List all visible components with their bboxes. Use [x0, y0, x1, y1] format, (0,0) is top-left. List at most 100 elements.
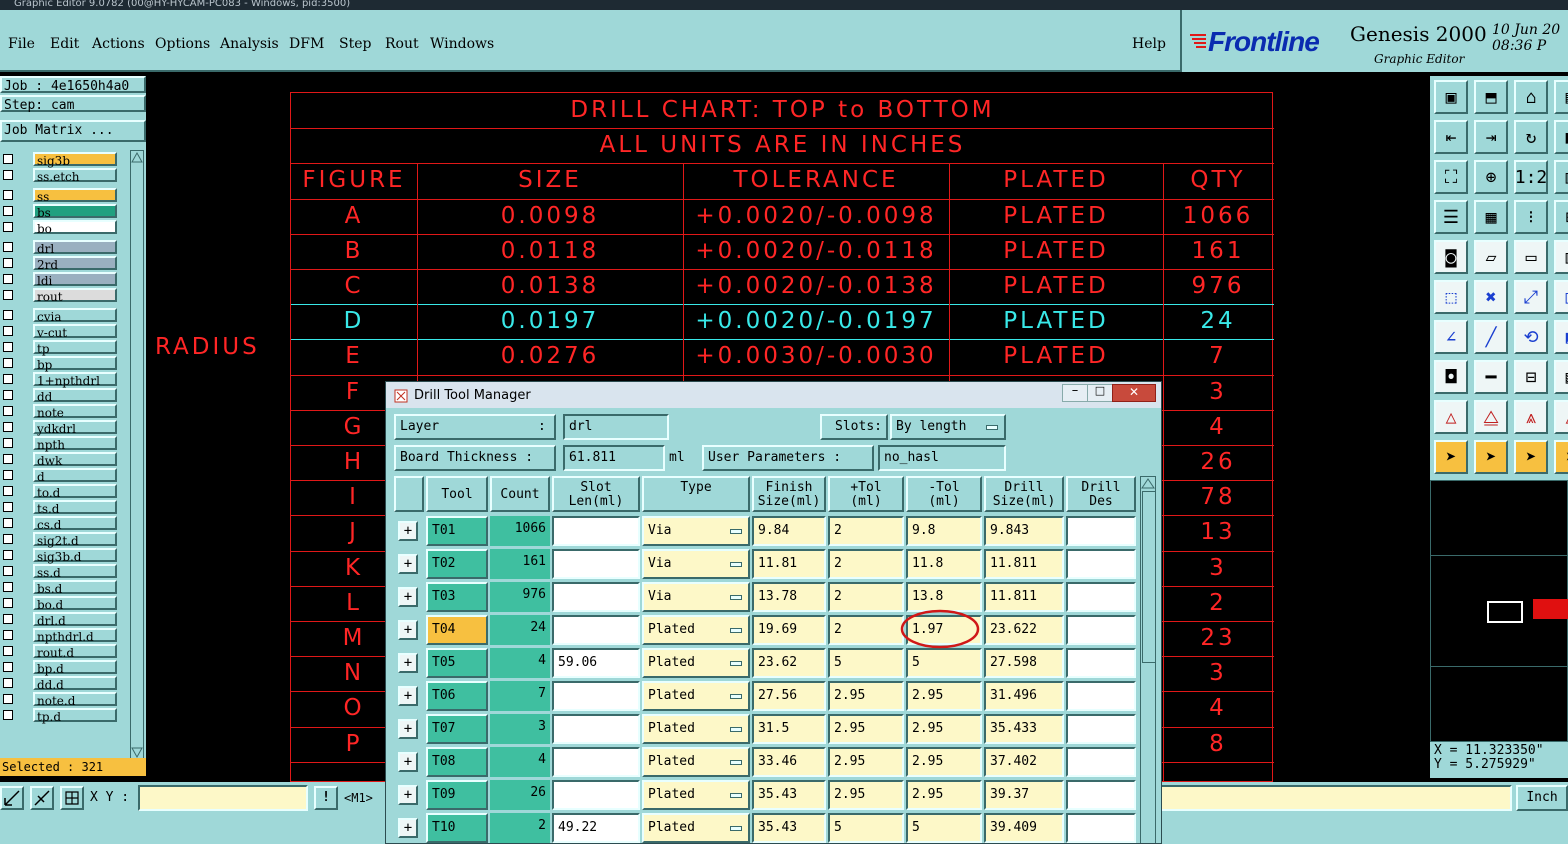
tool-cell-finish-size[interactable]: 11.81 [752, 549, 826, 579]
layer-checkbox[interactable] [3, 614, 13, 624]
tool-cell-plus-tol[interactable]: 5 [828, 813, 904, 843]
tool-cell-drill-size[interactable]: 27.598 [984, 648, 1064, 678]
tool-cell-minus-tol[interactable]: 11.8 [906, 549, 982, 579]
dialog-title-bar[interactable]: Drill Tool Manager – □ ✕ [386, 382, 1161, 408]
layer-checkbox[interactable] [3, 274, 13, 284]
expand-button[interactable]: + [398, 752, 418, 772]
tool-button[interactable]: △ [1434, 400, 1468, 434]
layer-row[interactable]: sig2t.d [0, 532, 120, 548]
layer-checkbox[interactable] [3, 342, 13, 352]
menu-step[interactable]: Step [339, 36, 371, 52]
tool-button[interactable]: ◧ [1554, 120, 1568, 154]
tool-cell-tool[interactable]: T02 [426, 549, 488, 579]
tool-button[interactable]: ▥ [1554, 160, 1568, 194]
tool-cell-slot-length[interactable] [552, 615, 640, 645]
tool-cell-minus-tol[interactable]: 2.95 [906, 780, 982, 810]
expand-button[interactable]: + [398, 686, 418, 706]
tool-cell-minus-tol[interactable]: 2.95 [906, 747, 982, 777]
menu-windows[interactable]: Windows [430, 36, 494, 52]
layer-row[interactable]: ldi [0, 272, 120, 288]
tool-cell-slot-length[interactable] [552, 780, 640, 810]
layer-row[interactable]: d [0, 468, 120, 484]
tool-cell-minus-tol[interactable]: 9.8 [906, 516, 982, 546]
menu-rout[interactable]: Rout [385, 36, 419, 52]
tool-button[interactable]: ⊕ [1474, 160, 1508, 194]
tool-button[interactable]: ╱ [1474, 320, 1508, 354]
close-button[interactable]: ✕ [1112, 384, 1156, 402]
tool-cell-drill-size[interactable]: 11.811 [984, 549, 1064, 579]
tool-button[interactable]: ➤ [1434, 440, 1468, 474]
menu-dfm[interactable]: DFM [289, 36, 324, 52]
tool-cell-tool[interactable]: T03 [426, 582, 488, 612]
tool-cell-drill-des[interactable] [1066, 516, 1136, 546]
tool-cell-minus-tol[interactable]: 5 [906, 648, 982, 678]
layer-checkbox[interactable] [3, 582, 13, 592]
menu-actions[interactable]: Actions [92, 36, 145, 52]
tool-cell-finish-size[interactable]: 27.56 [752, 681, 826, 711]
tool-cell-drill-des[interactable] [1066, 582, 1136, 612]
tool-cell-tool[interactable]: T01 [426, 516, 488, 546]
tool-button[interactable]: ⩓ [1514, 400, 1548, 434]
layer-row[interactable]: ss.etch [0, 168, 120, 184]
layer-checkbox[interactable] [3, 406, 13, 416]
layer-row[interactable]: 2rd [0, 256, 120, 272]
layer-row[interactable]: drl.d [0, 612, 120, 628]
layer-checkbox[interactable] [3, 518, 13, 528]
tool-cell-tool[interactable]: T05 [426, 648, 488, 678]
layer-row[interactable]: bo.d [0, 596, 120, 612]
expand-button[interactable]: + [398, 653, 418, 673]
layer-row[interactable]: npth [0, 436, 120, 452]
layer-row[interactable]: bp.d [0, 660, 120, 676]
tool-cell-plus-tol[interactable]: 2.95 [828, 681, 904, 711]
tool-cell-slot-length[interactable] [552, 516, 640, 546]
layer-row[interactable]: bs.d [0, 580, 120, 596]
tool-button[interactable]: ➤ [1474, 440, 1508, 474]
tool-cell-drill-des[interactable] [1066, 549, 1136, 579]
tool-button[interactable]: ⬚ [1434, 280, 1468, 314]
board-thickness-input[interactable]: 61.811 [563, 445, 665, 471]
layer-row[interactable]: cvia [0, 308, 120, 324]
layer-checkbox[interactable] [3, 326, 13, 336]
tool-cell-plus-tol[interactable]: 2.95 [828, 714, 904, 744]
expand-button[interactable]: + [398, 785, 418, 805]
layer-checkbox[interactable] [3, 358, 13, 368]
tool-cell-minus-tol[interactable]: 2.95 [906, 714, 982, 744]
expand-button[interactable]: + [398, 818, 418, 838]
layer-row[interactable]: rout.d [0, 644, 120, 660]
layer-checkbox[interactable] [3, 422, 13, 432]
layer-checkbox[interactable] [3, 374, 13, 384]
layer-checkbox[interactable] [3, 258, 13, 268]
layer-row[interactable]: dd.d [0, 676, 120, 692]
tool-button[interactable]: △ [1554, 400, 1568, 434]
layer-checkbox[interactable] [3, 630, 13, 640]
layer-row[interactable]: tp.d [0, 708, 120, 724]
tool-cell-slot-length[interactable] [552, 681, 640, 711]
menu-edit[interactable]: Edit [50, 36, 79, 52]
layer-checkbox[interactable] [3, 310, 13, 320]
layer-row[interactable]: to.d [0, 484, 120, 500]
tool-button[interactable]: ↻ [1514, 120, 1548, 154]
layer-checkbox[interactable] [3, 222, 13, 232]
tool-cell-plus-tol[interactable]: 2.95 [828, 780, 904, 810]
layer-checkbox[interactable] [3, 470, 13, 480]
tool-cell-drill-size[interactable]: 35.433 [984, 714, 1064, 744]
job-matrix-button[interactable]: Job Matrix ... [0, 120, 146, 142]
tool-button[interactable]: ◫ [1554, 280, 1568, 314]
tool-cell-slot-length[interactable] [552, 582, 640, 612]
layer-row[interactable]: bp [0, 356, 120, 372]
layer-row[interactable]: sig3b [0, 152, 120, 168]
layer-checkbox[interactable] [3, 694, 13, 704]
tool-button[interactable]: ⁝ [1514, 200, 1548, 234]
tool-cell-minus-tol[interactable]: 5 [906, 813, 982, 843]
tool-cell-plus-tol[interactable]: 5 [828, 648, 904, 678]
tool-button[interactable]: ⧋ [1474, 400, 1508, 434]
maximize-button[interactable]: □ [1087, 384, 1113, 402]
tool-cell-finish-size[interactable]: 19.69 [752, 615, 826, 645]
tool-cell-finish-size[interactable]: 9.84 [752, 516, 826, 546]
layer-row[interactable]: dd [0, 388, 120, 404]
layer-checkbox[interactable] [3, 290, 13, 300]
layer-checkbox[interactable] [3, 170, 13, 180]
tool-cell-drill-size[interactable]: 39.409 [984, 813, 1064, 843]
tool-button[interactable]: ▣ [1434, 80, 1468, 114]
tool-cell-drill-des[interactable] [1066, 813, 1136, 843]
